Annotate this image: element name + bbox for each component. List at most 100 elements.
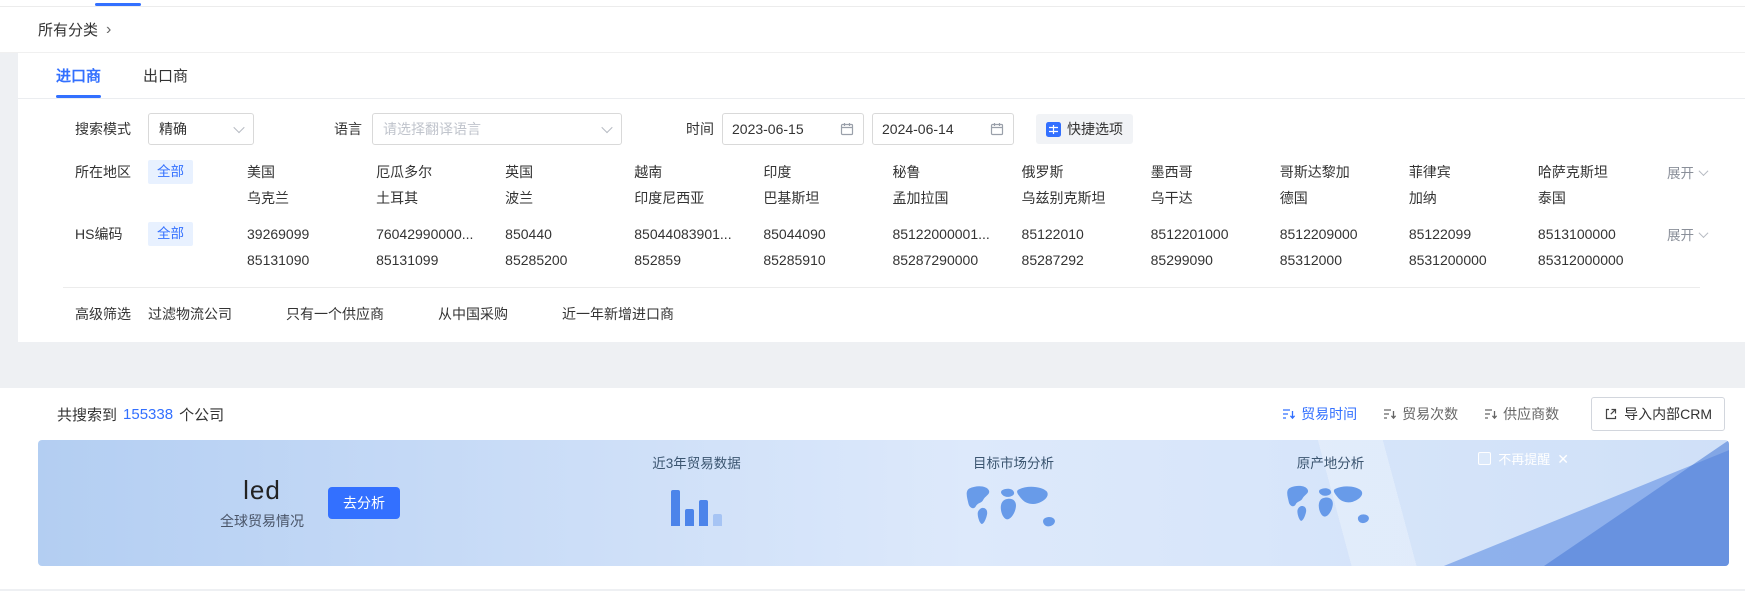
tab-exporters[interactable]: 出口商 [143,53,188,98]
advanced-filter-option[interactable]: 过滤物流公司 [148,304,232,324]
export-icon [1604,407,1618,421]
grid-table-icon [1046,122,1061,137]
quick-options-button[interactable]: 快捷选项 [1036,114,1133,144]
results-count-prefix: 共搜索到 [57,404,117,425]
advanced-filter-option[interactable]: 只有一个供应商 [286,304,384,324]
hs-code-option[interactable]: 85131090 [247,247,376,273]
chevron-down-icon [1699,166,1709,176]
top-active-tab-indicator [95,3,141,6]
close-icon[interactable]: ✕ [1557,452,1569,466]
hs-code-option[interactable]: 8531200000 [1409,247,1538,273]
hs-code-option[interactable]: 85285910 [763,247,892,273]
region-option[interactable]: 乌干达 [1151,185,1280,211]
banner-decoration [1544,440,1729,566]
chevron-down-icon [233,122,244,133]
language-label: 语言 [334,119,362,139]
region-option[interactable]: 孟加拉国 [892,185,1021,211]
analyze-button[interactable]: 去分析 [328,487,400,519]
hs-code-option[interactable]: 85131099 [376,247,505,273]
calendar-icon [990,122,1004,136]
advanced-filter-row: 高级筛选 过滤物流公司 只有一个供应商 从中国采购 近一年新增进口商 [18,288,1745,342]
region-option[interactable]: 美国 [247,159,376,185]
language-select[interactable]: 请选择翻译语言 [372,113,622,145]
sort-trade-count[interactable]: 贸易次数 [1383,404,1458,424]
region-option[interactable]: 印度尼西亚 [634,185,763,211]
sort-icon [1282,408,1296,420]
search-mode-select[interactable]: 精确 [148,113,254,145]
hs-code-option[interactable]: 85044090 [763,221,892,247]
region-option[interactable]: 乌克兰 [247,185,376,211]
region-facet-row: 所在地区 全部 美国厄瓜多尔英国越南印度秘鲁俄罗斯墨西哥哥斯达黎加菲律宾哈萨克斯… [18,151,1745,213]
region-option[interactable]: 德国 [1280,185,1409,211]
region-option[interactable]: 泰国 [1538,185,1667,211]
dont-remind-checkbox[interactable] [1478,452,1491,465]
chevron-right-icon: › [106,21,111,39]
region-all-chip[interactable]: 全部 [148,160,193,184]
region-option[interactable]: 俄罗斯 [1022,159,1151,185]
hs-code-option[interactable]: 85287290000 [892,247,1021,273]
search-mode-value: 精确 [159,119,187,139]
bar-chart-icon [671,486,722,526]
breadcrumb[interactable]: 所有分类 › [0,7,1745,53]
calendar-icon [840,122,854,136]
hs-code-option[interactable]: 85044083901... [634,221,763,247]
hs-code-option[interactable]: 852859 [634,247,763,273]
hs-code-option[interactable]: 85299090 [1151,247,1280,273]
start-date-value: 2023-06-15 [732,121,804,137]
tab-importers[interactable]: 进口商 [56,53,101,98]
region-option[interactable]: 菲律宾 [1409,159,1538,185]
sort-supplier-count[interactable]: 供应商数 [1484,404,1559,424]
dont-remind-label: 不再提醒 [1498,449,1550,468]
start-date-input[interactable]: 2023-06-15 [722,113,864,145]
hs-code-option[interactable]: 8512201000 [1151,221,1280,247]
region-option[interactable]: 越南 [634,159,763,185]
hs-code-option[interactable]: 85122010 [1022,221,1151,247]
trade-analysis-banner: led 全球贸易情况 去分析 近3年贸易数据 目标市场分析 原产地分析 [38,440,1729,566]
region-option[interactable]: 加纳 [1409,185,1538,211]
banner-col-target-market: 目标市场分析 [855,440,1172,566]
region-option[interactable]: 土耳其 [376,185,505,211]
hs-code-option[interactable]: 85285200 [505,247,634,273]
advanced-filter-option[interactable]: 近一年新增进口商 [562,304,674,324]
region-option[interactable]: 哥斯达黎加 [1280,159,1409,185]
region-option[interactable]: 乌兹别克斯坦 [1022,185,1151,211]
results-toolbar: 贸易时间 贸易次数 供应商数 导入内部CRM [1282,397,1725,431]
region-option[interactable]: 印度 [763,159,892,185]
hs-code-option[interactable]: 8512209000 [1280,221,1409,247]
time-label: 时间 [686,119,714,139]
region-option[interactable]: 秘鲁 [892,159,1021,185]
hs-code-option[interactable]: 85312000000 [1538,247,1667,273]
hs-code-option[interactable]: 85122000001... [892,221,1021,247]
language-placeholder: 请选择翻译语言 [383,119,481,139]
top-tab-strip [0,0,1745,7]
sort-trade-time[interactable]: 贸易时间 [1282,404,1357,424]
end-date-input[interactable]: 2024-06-14 [872,113,1014,145]
advanced-filter-option[interactable]: 从中国采购 [438,304,508,324]
hs-code-option[interactable]: 85312000 [1280,247,1409,273]
chevron-down-icon [1699,228,1709,238]
region-option[interactable]: 英国 [505,159,634,185]
region-option[interactable]: 巴基斯坦 [763,185,892,211]
region-option[interactable]: 厄瓜多尔 [376,159,505,185]
import-crm-button[interactable]: 导入内部CRM [1591,397,1725,431]
hs-code-all-chip[interactable]: 全部 [148,222,193,246]
hs-code-option[interactable]: 85287292 [1022,247,1151,273]
region-option[interactable]: 墨西哥 [1151,159,1280,185]
region-expand-link[interactable]: 展开 [1667,162,1745,182]
search-mode-label: 搜索模式 [75,119,131,139]
advanced-filter-label: 高级筛选 [75,301,141,327]
region-option[interactable]: 哈萨克斯坦 [1538,159,1667,185]
hs-code-option[interactable]: 39269099 [247,221,376,247]
hs-code-expand-link[interactable]: 展开 [1667,224,1745,244]
hs-code-option[interactable]: 850440 [505,221,634,247]
hs-code-option[interactable]: 85122099 [1409,221,1538,247]
expand-label: 展开 [1667,162,1694,182]
region-option[interactable]: 波兰 [505,185,634,211]
hs-code-option[interactable]: 76042990000... [376,221,505,247]
chevron-down-icon [601,122,612,133]
banner-keyword: led [243,475,281,506]
banner-dismiss: 不再提醒 ✕ [1478,449,1569,468]
region-options: 美国厄瓜多尔英国越南印度秘鲁俄罗斯墨西哥哥斯达黎加菲律宾哈萨克斯坦 乌克兰土耳其… [247,159,1667,211]
hs-code-option[interactable]: 8513100000 [1538,221,1667,247]
importer-exporter-tabs: 进口商 出口商 [18,53,1745,99]
